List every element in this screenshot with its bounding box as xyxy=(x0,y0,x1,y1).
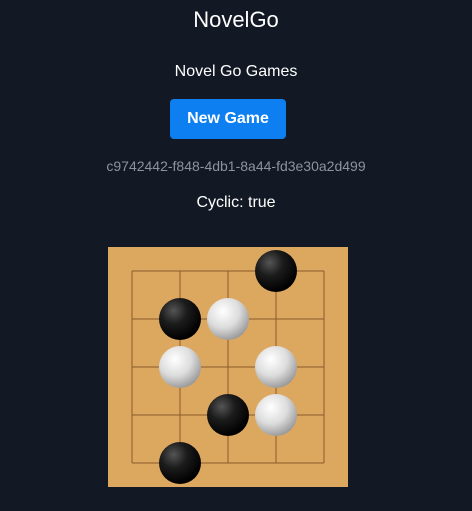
black-stone xyxy=(207,394,249,436)
board-grid xyxy=(131,250,325,484)
black-stone xyxy=(159,442,201,484)
new-game-button[interactable]: New Game xyxy=(170,99,286,139)
black-stone xyxy=(159,298,201,340)
cyclic-status: Cyclic: true xyxy=(196,194,276,211)
white-stone xyxy=(159,346,201,388)
page-subtitle: Novel Go Games xyxy=(174,63,298,80)
white-stone xyxy=(207,298,249,340)
white-stone xyxy=(255,394,297,436)
black-stone xyxy=(255,250,297,292)
white-stone xyxy=(255,346,297,388)
app-title: NovelGo xyxy=(193,7,279,32)
game-id: c9742442-f848-4db1-8a44-fd3e30a2d499 xyxy=(106,158,366,174)
go-board[interactable] xyxy=(108,247,348,487)
